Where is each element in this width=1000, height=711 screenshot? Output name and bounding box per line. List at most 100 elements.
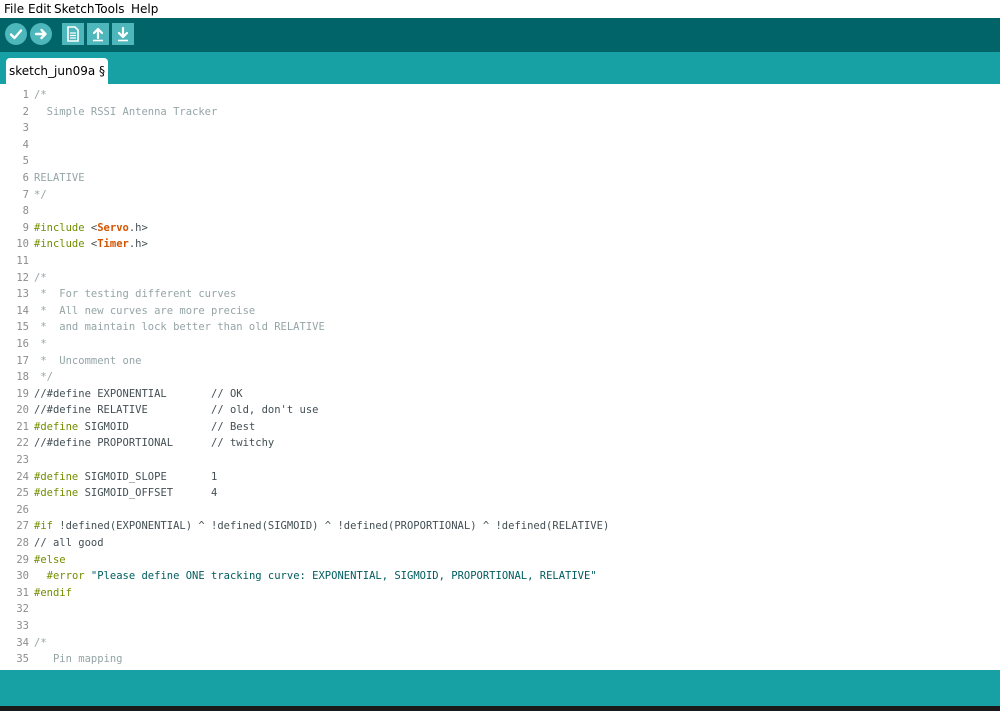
code-token: */: [34, 188, 47, 201]
code-line[interactable]: 28 // all good: [0, 535, 1000, 552]
upload-button[interactable]: [30, 23, 52, 45]
code-line[interactable]: 4: [0, 137, 1000, 154]
menu-sketch[interactable]: Sketch: [54, 2, 94, 16]
code-line[interactable]: 3: [0, 120, 1000, 137]
line-code: // all good: [34, 535, 104, 552]
code-line[interactable]: 23: [0, 452, 1000, 469]
line-number: 25: [16, 487, 29, 500]
line-code: //#define PROPORTIONAL // twitchy: [34, 435, 274, 452]
save-arrow-down-icon: [117, 26, 129, 42]
line-number: 11: [16, 254, 29, 267]
code-lines: 1/* 2 Simple RSSI Antenna Tracker 3 4 5 6 RELA…: [0, 87, 1000, 668]
code-line[interactable]: 21 #define SIGMOID // Best: [0, 419, 1000, 436]
code-line[interactable]: 12 /*: [0, 270, 1000, 287]
line-number: 17: [16, 354, 29, 367]
code-token: .h>: [128, 238, 148, 251]
code-token: Pin mapping: [34, 653, 123, 666]
verify-button[interactable]: [5, 23, 27, 45]
code-line[interactable]: 31 #endif: [0, 585, 1000, 602]
code-line[interactable]: 18 */: [0, 369, 1000, 386]
code-token: //#define PROPORTIONAL // twitchy: [34, 437, 275, 450]
checkmark-icon: [9, 29, 23, 40]
line-number: 24: [16, 470, 29, 483]
menu-help[interactable]: Help: [131, 2, 158, 16]
line-number: 22: [16, 437, 29, 450]
line-number: 19: [16, 387, 29, 400]
line-number: 28: [16, 537, 29, 550]
code-line[interactable]: 5: [0, 153, 1000, 170]
menu-bar: File Edit Sketch Tools Help: [0, 0, 1000, 18]
code-line[interactable]: 6 RELATIVE: [0, 170, 1000, 187]
code-token: * All new curves are more precise: [34, 304, 256, 317]
code-line[interactable]: 13 * For testing different curves: [0, 286, 1000, 303]
code-token: * For testing different curves: [34, 288, 237, 301]
code-token: #if: [34, 520, 53, 533]
line-code: #include <Servo.h>: [34, 220, 148, 237]
open-button[interactable]: [87, 23, 109, 45]
code-token: #error: [46, 570, 85, 583]
code-token: * Uncomment one: [34, 354, 142, 367]
code-token: /*: [34, 271, 47, 284]
line-code: */: [34, 369, 53, 386]
code-line[interactable]: 25 #define SIGMOID_OFFSET 4: [0, 485, 1000, 502]
code-token: */: [34, 371, 53, 384]
code-line[interactable]: 9 #include <Servo.h>: [0, 220, 1000, 237]
menu-tools[interactable]: Tools: [95, 2, 125, 16]
line-number: 10: [16, 238, 29, 251]
code-token: /*: [34, 636, 47, 649]
code-token: !defined(EXPONENTIAL) ^ !defined(SIGMOID…: [52, 520, 610, 533]
line-code: #define SIGMOID // Best: [34, 419, 255, 436]
code-line[interactable]: 35 Pin mapping: [0, 651, 1000, 668]
code-line[interactable]: 33: [0, 618, 1000, 635]
code-line[interactable]: 10 #include <Timer.h>: [0, 236, 1000, 253]
code-line[interactable]: 8: [0, 203, 1000, 220]
status-bar: [0, 670, 1000, 706]
line-number: 26: [16, 503, 29, 516]
line-code: #include <Timer.h>: [34, 236, 148, 253]
line-code: /*: [34, 270, 47, 287]
menu-edit[interactable]: Edit: [28, 2, 51, 16]
menu-file[interactable]: File: [4, 2, 24, 16]
code-line[interactable]: 32: [0, 601, 1000, 618]
line-number: 15: [16, 321, 29, 334]
line-number: 12: [16, 271, 29, 284]
tab-sketch[interactable]: sketch_jun09a §: [6, 58, 108, 84]
code-line[interactable]: 14 * All new curves are more precise: [0, 303, 1000, 320]
line-code: * Uncomment one: [34, 353, 141, 370]
code-token: #define: [34, 420, 79, 433]
line-number: 30: [16, 570, 29, 583]
new-file-icon: [67, 26, 79, 42]
code-line[interactable]: 7 */: [0, 187, 1000, 204]
line-code: /*: [34, 87, 47, 104]
code-line[interactable]: 34 /*: [0, 635, 1000, 652]
new-sketch-button[interactable]: [62, 23, 84, 45]
line-code: RELATIVE: [34, 170, 85, 187]
line-code: * All new curves are more precise: [34, 303, 255, 320]
code-line[interactable]: 2 Simple RSSI Antenna Tracker: [0, 104, 1000, 121]
line-number: 27: [16, 520, 29, 533]
line-number: 21: [16, 420, 29, 433]
line-number: 18: [16, 371, 29, 384]
save-button[interactable]: [112, 23, 134, 45]
code-editor[interactable]: 1/* 2 Simple RSSI Antenna Tracker 3 4 5 6 RELA…: [0, 84, 1000, 670]
code-line[interactable]: 20 //#define RELATIVE // old, don't use: [0, 402, 1000, 419]
line-code: #else: [34, 552, 66, 569]
code-token: Simple RSSI Antenna Tracker: [34, 105, 218, 118]
code-line[interactable]: 15 * and maintain lock better than old R…: [0, 319, 1000, 336]
code-line[interactable]: 17 * Uncomment one: [0, 353, 1000, 370]
code-line[interactable]: 22 //#define PROPORTIONAL // twitchy: [0, 435, 1000, 452]
code-line[interactable]: 16 *: [0, 336, 1000, 353]
code-line[interactable]: 30 #error "Please define ONE tracking cu…: [0, 568, 1000, 585]
code-line[interactable]: 29 #else: [0, 552, 1000, 569]
code-line[interactable]: 19 //#define EXPONENTIAL // OK: [0, 386, 1000, 403]
code-line[interactable]: 1 /*: [0, 87, 1000, 104]
line-code: * For testing different curves: [34, 286, 236, 303]
code-line[interactable]: 11: [0, 253, 1000, 270]
code-line[interactable]: 26: [0, 502, 1000, 519]
code-token: #define: [34, 487, 79, 500]
code-line[interactable]: 24 #define SIGMOID_SLOPE 1: [0, 469, 1000, 486]
arrow-right-icon: [34, 28, 47, 40]
code-token: Servo: [97, 221, 129, 234]
line-code: #define SIGMOID_SLOPE 1: [34, 469, 217, 486]
code-line[interactable]: 27 #if !defined(EXPONENTIAL) ^ !defined(S…: [0, 518, 1000, 535]
